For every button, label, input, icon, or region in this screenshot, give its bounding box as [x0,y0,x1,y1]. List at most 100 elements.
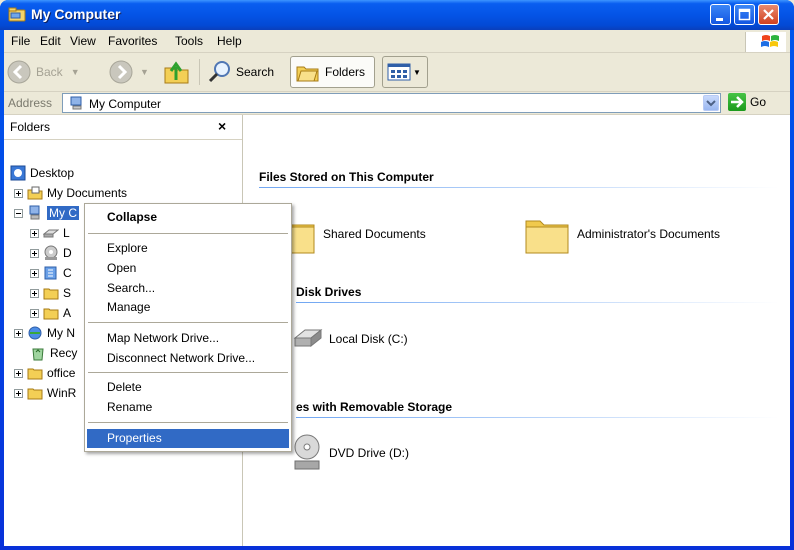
views-icon [387,63,411,81]
expand-icon[interactable] [30,248,39,258]
expand-icon[interactable] [14,388,23,398]
toolbar: Back ▼ ▼ Search Folders ▼ [4,53,790,92]
item-label: Administrator's Documents [577,227,721,241]
context-separator [88,233,288,234]
context-properties[interactable]: Properties [87,429,289,448]
context-delete[interactable]: Delete [87,378,289,397]
context-open[interactable]: Open [87,259,289,278]
tree-label: D [63,246,72,260]
item-administrators-documents[interactable]: Administrator's Documents [523,212,720,256]
expand-icon[interactable] [30,288,39,298]
toolbar-separator [199,59,200,85]
tree-label: My N [47,326,75,340]
go-label: Go [750,95,767,109]
tree-item-recycle-bin[interactable]: Recy [30,343,77,363]
tree-label: C [63,266,72,280]
recycle-bin-icon [32,348,44,361]
folders-pane-title: Folders [10,120,51,134]
views-button[interactable]: ▼ [382,56,428,88]
maximize-button[interactable] [734,4,755,25]
address-dropdown-button[interactable] [703,95,719,111]
collapse-icon[interactable] [14,208,23,218]
menu-file[interactable]: File [11,34,30,48]
search-icon [208,61,230,83]
tree-item-dvd[interactable]: D [30,243,72,263]
menu-tools[interactable]: Tools [175,34,203,48]
expand-icon[interactable] [14,368,23,378]
go-arrow-icon [728,93,746,111]
item-local-disk[interactable]: Local Disk (C:) [293,326,408,352]
my-computer-icon [29,205,40,220]
expand-icon[interactable] [30,268,39,278]
search-button[interactable]: Search [206,56,274,88]
my-documents-icon [27,186,43,200]
tree-item-office[interactable]: office [14,363,75,383]
tree-item-my-network[interactable]: My N [14,323,75,343]
menu-help[interactable]: Help [217,34,242,48]
folders-pane-header: Folders × [4,115,242,140]
up-folder-button[interactable] [162,56,192,88]
window-title: My Computer [31,6,121,22]
tree-item-control-panel[interactable]: C [30,263,72,283]
context-separator [88,372,288,373]
folder-icon [27,368,43,380]
desktop-icon [10,165,26,181]
folders-button[interactable]: Folders [290,56,375,88]
content-pane: Files Stored on This Computer Shared Doc… [243,115,790,546]
folders-label: Folders [325,65,366,79]
back-label: Back [36,65,63,79]
title-bar[interactable]: My Computer [0,0,794,30]
tree-item-my-documents[interactable]: My Documents [14,183,127,203]
go-button[interactable]: Go [728,93,766,111]
expand-icon[interactable] [14,328,23,338]
item-label: DVD Drive (D:) [329,446,409,460]
maximize-icon [738,8,751,21]
address-input[interactable]: My Computer [62,93,721,113]
context-collapse[interactable]: Collapse [87,208,289,227]
network-icon [28,326,42,340]
folders-pane-close-button[interactable]: × [218,118,226,134]
back-button[interactable]: Back ▼ [6,56,80,88]
forward-dropdown-icon[interactable]: ▼ [140,67,149,77]
item-label: Shared Documents [323,227,426,241]
tree-item-administrator-documents[interactable]: A [30,303,71,323]
context-map-network-drive[interactable]: Map Network Drive... [87,329,289,348]
dvd-drive-icon [44,245,58,260]
folders-icon [296,66,319,82]
expand-icon[interactable] [14,188,23,198]
item-shared-documents[interactable]: Shared Documents [269,212,426,256]
context-rename[interactable]: Rename [87,398,289,417]
menu-favorites[interactable]: Favorites [108,34,157,48]
folder-icon [43,308,59,320]
context-menu: Collapse Explore Open Search... Manage M… [84,203,292,452]
tree-item-my-computer[interactable]: My C [14,203,79,223]
my-computer-icon [70,96,82,110]
back-dropdown-icon[interactable]: ▼ [71,67,80,77]
tree-item-shared-documents[interactable]: S [30,283,71,303]
my-computer-icon [8,7,26,22]
item-dvd-drive[interactable]: DVD Drive (D:) [293,433,409,473]
close-button[interactable] [758,4,779,25]
group-divider [259,187,779,188]
menu-edit[interactable]: Edit [40,34,61,48]
minimize-button[interactable] [710,4,731,25]
context-search[interactable]: Search... [87,279,289,298]
back-arrow-icon [7,60,31,84]
context-manage[interactable]: Manage [87,298,289,317]
forward-button[interactable]: ▼ [108,56,149,88]
folder-icon [27,388,43,400]
menu-bar: File Edit View Favorites Tools Help [4,30,790,53]
folder-icon [525,220,569,254]
context-separator [88,422,288,423]
tree-item-winr[interactable]: WinR [14,383,76,403]
tree-item-desktop[interactable]: Desktop [10,163,74,183]
menu-view[interactable]: View [70,34,96,48]
tree-item-local-disk[interactable]: L [30,223,70,243]
views-dropdown-icon: ▼ [413,67,421,77]
window: My Computer File Edit View Favorites Too… [0,0,794,550]
tree-label: My Documents [47,186,128,200]
context-explore[interactable]: Explore [87,239,289,258]
context-disconnect-network-drive[interactable]: Disconnect Network Drive... [87,349,289,368]
expand-icon[interactable] [30,308,39,318]
expand-icon[interactable] [30,228,39,238]
